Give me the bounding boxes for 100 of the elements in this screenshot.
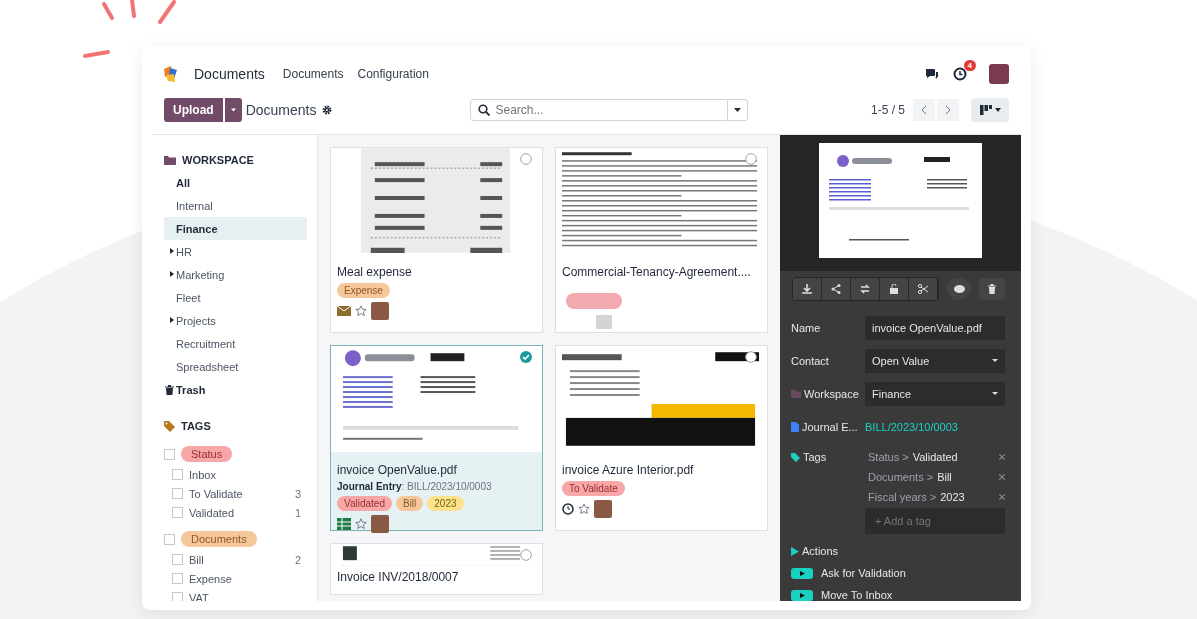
menu-item[interactable]: Configuration — [357, 67, 429, 81]
document-card[interactable]: Invoice INV/2018/0007 — [330, 543, 543, 595]
replace-button[interactable] — [851, 278, 880, 300]
star-icon[interactable] — [578, 503, 590, 515]
select-circle-icon[interactable] — [745, 351, 757, 363]
name-input-field[interactable]: invoice OpenValue.pdf — [865, 315, 1005, 340]
document-card[interactable]: Meal expense Expense — [330, 147, 543, 333]
unlock-button[interactable] — [880, 278, 909, 300]
spreadsheet-icon[interactable] — [337, 518, 351, 530]
caret-icon — [230, 108, 236, 112]
gear-icon[interactable] — [322, 105, 333, 115]
download-icon — [802, 284, 812, 294]
remove-icon[interactable] — [999, 494, 1005, 500]
search-field[interactable]: Search... — [470, 99, 729, 121]
caret-icon[interactable] — [170, 248, 174, 254]
workspace-item[interactable]: Finance — [164, 217, 307, 240]
add-tag-field[interactable]: + Add a tag — [865, 508, 1005, 534]
star-icon[interactable] — [355, 518, 367, 530]
select-field[interactable]: Open Value — [865, 348, 1005, 373]
document-title: Commercial-Tenancy-Agreement.... — [562, 265, 752, 279]
action-item[interactable]: Ask for Validation — [821, 567, 906, 579]
upload-dropdown-button[interactable] — [224, 98, 242, 122]
share-button[interactable] — [822, 278, 851, 300]
journal-entry-link[interactable]: BILL/2023/10/0003 — [865, 420, 958, 433]
clock-icon[interactable] — [953, 67, 967, 81]
view-switcher-button[interactable] — [971, 98, 1009, 122]
workspace-item[interactable]: Recruitment — [164, 332, 307, 355]
star-icon[interactable] — [355, 305, 367, 317]
checkbox[interactable] — [172, 469, 183, 480]
workspace-item[interactable]: Spreadsheet — [164, 355, 307, 378]
workspace-item[interactable]: Fleet — [164, 286, 307, 309]
checkbox[interactable] — [172, 592, 183, 601]
tag-filter-label[interactable]: Validated — [189, 506, 289, 519]
clock-icon[interactable] — [562, 503, 574, 515]
trash-item[interactable]: Trash — [176, 383, 206, 396]
tag-label: Expense — [337, 283, 390, 298]
remove-icon[interactable] — [999, 474, 1005, 480]
upload-button[interactable]: Upload — [164, 98, 223, 122]
section-heading: WORKSPACE — [182, 154, 254, 166]
select-field[interactable]: Finance — [865, 381, 1005, 406]
app-title[interactable]: Documents — [194, 66, 265, 82]
scissors-button[interactable] — [909, 278, 938, 300]
remove-icon[interactable] — [999, 454, 1005, 460]
chat-button[interactable] — [947, 278, 971, 300]
tag-count: 2 — [294, 553, 301, 566]
field-label: Tags — [803, 451, 827, 463]
play-icon — [791, 589, 813, 601]
tag-label: 2023 — [427, 496, 464, 511]
delete-button[interactable] — [979, 278, 1005, 300]
trash-icon — [988, 284, 996, 294]
tag-filter-label[interactable]: Inbox — [189, 468, 301, 481]
document-card[interactable]: invoice OpenValue.pdf Journal Entry: BILL/2023/10/0003 Validated Bill 2023 — [330, 345, 543, 531]
caret-icon[interactable] — [170, 271, 174, 277]
document-card[interactable]: invoice Azure Interior.pdf To Validate — [555, 345, 768, 531]
tag-value: Validated — [912, 451, 958, 463]
checkbox[interactable] — [172, 554, 183, 565]
share-icon — [831, 284, 841, 294]
checkbox[interactable] — [172, 507, 183, 518]
envelope-icon[interactable] — [337, 306, 351, 316]
tag-filter-label[interactable]: To Validate — [189, 487, 289, 500]
caret-icon[interactable] — [170, 317, 174, 323]
actions-heading[interactable]: Actions — [802, 545, 839, 557]
chat-icon[interactable] — [925, 68, 939, 80]
caret-icon — [992, 392, 998, 395]
caret-icon — [734, 108, 742, 112]
workspace-item[interactable]: All — [164, 171, 307, 194]
checkbox[interactable] — [164, 533, 175, 545]
document-card[interactable]: Commercial-Tenancy-Agreement.... — [555, 147, 768, 333]
workspace-item[interactable]: HR — [164, 240, 307, 263]
menu-item[interactable]: Documents — [282, 67, 344, 81]
checkbox[interactable] — [172, 488, 183, 499]
field-label: Journal E... — [802, 420, 858, 433]
tag-group-label[interactable]: Status — [181, 446, 233, 462]
checkbox[interactable] — [164, 448, 175, 460]
tag-value: Bill — [937, 471, 952, 483]
chat-icon — [953, 284, 965, 294]
user-avatar — [594, 500, 612, 518]
user-avatar[interactable] — [989, 64, 1009, 84]
tag-icon — [791, 452, 800, 462]
tag-icon — [164, 420, 175, 432]
user-avatar — [371, 515, 389, 533]
document-title: Meal expense — [337, 265, 413, 279]
folder-icon — [164, 155, 176, 165]
search-options-button[interactable] — [728, 99, 749, 121]
workspace-item[interactable]: Projects — [164, 309, 307, 332]
tag-filter-label[interactable]: Bill — [189, 553, 289, 566]
tag-filter-label[interactable]: Expense — [189, 572, 301, 585]
download-button[interactable] — [793, 278, 822, 300]
tag-filter-label[interactable]: VAT — [189, 591, 301, 601]
workspace-item[interactable]: Marketing — [164, 263, 307, 286]
unlock-icon — [889, 284, 899, 294]
file-icon — [791, 421, 799, 432]
checkbox[interactable] — [172, 573, 183, 584]
action-item[interactable]: Move To Inbox — [821, 589, 893, 601]
check-circle-icon[interactable] — [520, 351, 532, 363]
workspace-item[interactable]: Internal — [164, 194, 307, 217]
tag-path: Documents > — [868, 471, 934, 483]
journal-entry-text: Journal Entry: BILL/2023/10/0003 — [337, 481, 493, 492]
replace-icon — [860, 284, 870, 294]
tag-group-label[interactable]: Documents — [181, 531, 257, 547]
